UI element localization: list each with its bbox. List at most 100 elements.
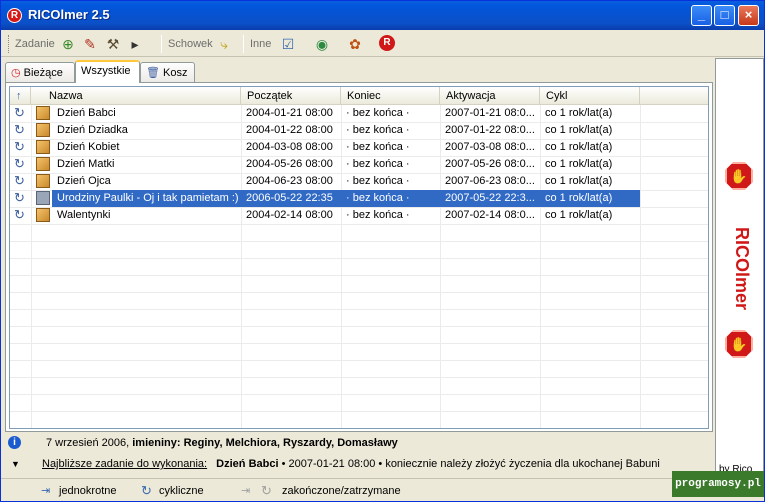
window-title: RICOlmer 2.5	[28, 7, 110, 22]
cell-cycle: co 1 rok/lat(a)	[545, 107, 613, 119]
checklist-icon[interactable]: ☑	[279, 35, 297, 53]
nameday-label: imieniny:	[132, 437, 181, 449]
cyclic-icon: ↻	[14, 207, 25, 222]
title-bar[interactable]: R RICOlmer 2.5 _ □ ×	[1, 1, 764, 30]
task-menu-icon[interactable]: ▸	[126, 35, 144, 53]
legend-one-time: jednokrotne	[59, 485, 117, 497]
next-task-detail: • 2007-01-21 08:00 • koniecznie należy z…	[281, 458, 660, 470]
sort-column[interactable]: ↑	[10, 87, 31, 105]
table-row[interactable]: ↻ Walentynki 2004-02-14 08:00 · bez końca ·…	[10, 207, 708, 224]
cell-end: · bez końca ·	[346, 175, 410, 187]
cell-activation: 2007-02-14 08:0...	[445, 209, 535, 221]
cell-start: 2004-01-21 08:00	[246, 107, 333, 119]
grid-line	[10, 309, 708, 310]
gift-box-icon	[36, 208, 50, 222]
gift-box-icon	[36, 157, 50, 171]
cell-activation: 2007-05-22 22:3...	[440, 190, 540, 207]
next-task-label[interactable]: Najbliższe zadanie do wykonania:	[42, 458, 207, 470]
table-row[interactable]: ↻ Dzień Kobiet 2004-03-08 08:00 · bez końca…	[10, 139, 708, 156]
cell-name: Dzień Matki	[57, 158, 115, 170]
task-list[interactable]: ↑ Nazwa Początek Koniec Aktywacja Cykl ↻…	[9, 86, 709, 429]
legend-cyclic: cykliczne	[159, 485, 204, 497]
tab-label: Wszystkie	[81, 65, 131, 77]
table-row[interactable]: ↻ Urodziny Paulki - Oj i tak pamietam :) 2…	[10, 190, 708, 207]
tools-task-icon[interactable]: ⚒	[104, 35, 122, 53]
tab-label: Kosz	[163, 67, 188, 79]
stop-hand-icon: ✋	[725, 162, 753, 190]
column-header-activation[interactable]: Aktywacja	[440, 87, 540, 105]
cell-end: · bez końca ·	[346, 107, 410, 119]
cell-cycle: co 1 rok/lat(a)	[545, 141, 613, 153]
cell-end: · bez końca ·	[346, 209, 410, 221]
cell-end: · bez końca ·	[346, 141, 410, 153]
toolbar-grip[interactable]	[8, 35, 11, 53]
tab-trash[interactable]: 🗑 Kosz	[140, 62, 195, 82]
toolbar-label-schowek: Schowek	[168, 38, 213, 50]
status-area: i 7 wrzesień 2006, imieniny: Reginy, Mel…	[1, 433, 717, 477]
table-row[interactable]: ↻ Dzień Matki 2004-05-26 08:00 · bez końca …	[10, 156, 708, 173]
table-row[interactable]: ↻ Dzień Ojca 2004-06-23 08:00 · bez końca ·…	[10, 173, 708, 190]
column-header-cycle[interactable]: Cykl	[540, 87, 640, 105]
edit-task-icon[interactable]: ✎	[81, 35, 99, 53]
cell-start: 2004-01-22 08:00	[246, 124, 333, 136]
cell-start: 2006-05-22 22:35	[241, 190, 341, 207]
toolbar-separator	[161, 35, 162, 53]
tab-current[interactable]: ◷ Bieżące	[5, 62, 75, 82]
cyclic-icon: ↻	[14, 173, 25, 188]
nameday-names: Reginy, Melchiora, Ryszardy, Domasławy	[183, 437, 398, 449]
table-row[interactable]: ↻ Dzień Dziadka 2004-01-22 08:00 · bez końc…	[10, 122, 708, 139]
maximize-button[interactable]: □	[714, 5, 735, 26]
gift-box-icon	[36, 174, 50, 188]
grid-line	[10, 241, 708, 242]
cell-name: Dzień Dziadka	[57, 124, 128, 136]
dropdown-arrow-icon[interactable]: ▼	[11, 459, 20, 469]
legend-bar: ⇥ jednokrotne ↻ cykliczne ⇥ ↻ zakończone…	[1, 478, 764, 501]
today-date: 7 wrzesień 2006,	[46, 437, 130, 449]
tab-panel: ↑ Nazwa Początek Koniec Aktywacja Cykl ↻…	[5, 82, 713, 432]
list-header: ↑ Nazwa Początek Koniec Aktywacja Cykl	[10, 87, 708, 105]
today-line: 7 wrzesień 2006, imieniny: Reginy, Melch…	[46, 437, 398, 449]
watermark-badge: programosy.pl	[672, 471, 764, 497]
gift-box-icon	[36, 123, 50, 137]
next-task-name: Dzień Babci	[216, 458, 279, 470]
column-header-name[interactable]: Nazwa	[31, 87, 241, 105]
column-header-end[interactable]: Koniec	[341, 87, 440, 105]
cell-end: · bez końca ·	[346, 158, 410, 170]
grid-line	[10, 343, 708, 344]
grid-line	[10, 258, 708, 259]
grid-line	[10, 292, 708, 293]
column-header-start[interactable]: Początek	[241, 87, 341, 105]
toolbar-separator	[243, 35, 244, 53]
cell-name: Dzień Ojca	[57, 175, 111, 187]
gift-box-icon	[36, 106, 50, 120]
cell-end: · bez końca ·	[341, 190, 440, 207]
cell-activation: 2007-05-26 08:0...	[445, 158, 535, 170]
info-icon: i	[8, 436, 21, 449]
about-icon[interactable]: R	[379, 35, 395, 51]
sort-arrow-icon: ↑	[16, 90, 22, 102]
cyclic-icon: ↻	[141, 483, 152, 498]
grid-line	[10, 428, 708, 429]
cell-name: Walentynki	[57, 209, 111, 221]
cell-name: Urodziny Paulki - Oj i tak pamietam :)	[52, 190, 241, 207]
cyclic-icon: ↻	[14, 105, 25, 120]
table-row[interactable]: ↻ Dzień Babci 2004-01-21 08:00 · bez końca …	[10, 105, 708, 122]
cell-end: · bez końca ·	[346, 124, 410, 136]
stop-hand-icon-bottom: ✋	[725, 330, 753, 358]
close-button[interactable]: ×	[738, 5, 759, 26]
cell-cycle: co 1 rok/lat(a)	[540, 190, 640, 207]
one-time-icon: ⇥	[41, 485, 51, 497]
cell-cycle: co 1 rok/lat(a)	[545, 175, 613, 187]
minimize-button[interactable]: _	[691, 5, 712, 26]
toolbar-label-inne: Inne	[250, 38, 272, 50]
web-icon[interactable]: ◉	[313, 35, 331, 53]
toolbar-label-zadanie: Zadanie	[15, 38, 55, 50]
clipboard-icon[interactable]: ⤷	[215, 35, 233, 53]
cyclic-icon: ↻	[14, 122, 25, 137]
add-task-icon[interactable]: ⊕	[59, 35, 77, 53]
cyclic-icon: ↻	[14, 190, 25, 205]
cell-start: 2004-03-08 08:00	[246, 141, 333, 153]
hand-task-icon	[36, 191, 50, 205]
tab-all[interactable]: Wszystkie	[75, 60, 140, 83]
settings-icon[interactable]: ✿	[346, 35, 364, 53]
